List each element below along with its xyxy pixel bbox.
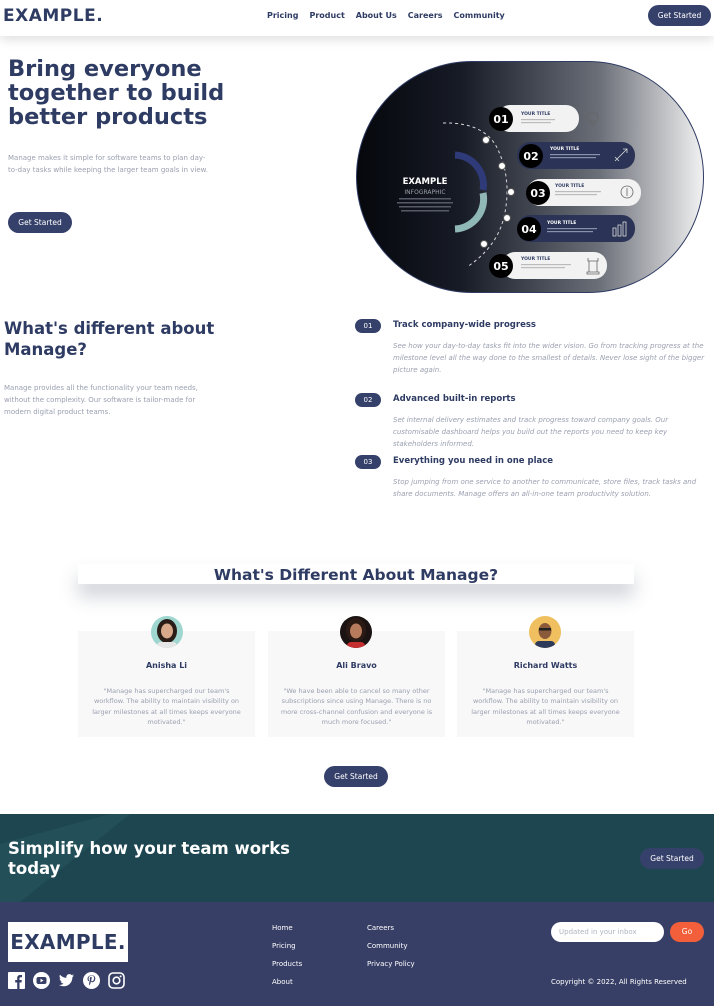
feature-desc: Set internal delivery estimates and trac… bbox=[393, 416, 669, 448]
nav-link-careers[interactable]: Careers bbox=[408, 11, 443, 20]
infographic-arc-teal bbox=[454, 192, 488, 233]
feature-title: Track company-wide progress bbox=[393, 320, 536, 330]
placeholder-line bbox=[521, 122, 551, 124]
footer-link-pricing[interactable]: Pricing bbox=[272, 942, 302, 960]
nav-link-about-us[interactable]: About Us bbox=[356, 11, 397, 20]
hero-text: Manage makes it simple for software team… bbox=[8, 154, 208, 174]
facebook-icon[interactable] bbox=[8, 972, 25, 989]
placeholder-line bbox=[401, 210, 449, 212]
testimonials-get-started-button[interactable]: Get Started bbox=[324, 766, 388, 787]
youtube-icon[interactable] bbox=[33, 972, 50, 989]
placeholder-line bbox=[521, 267, 565, 269]
placeholder-line bbox=[547, 231, 593, 233]
footer-link-about[interactable]: About bbox=[272, 978, 302, 996]
feature-number: 02 bbox=[355, 393, 381, 407]
lightbulb-icon bbox=[587, 111, 599, 126]
copyright: Copyright © 2022, All Rights Reserved bbox=[551, 978, 687, 986]
step-3-num: 03 bbox=[530, 187, 545, 200]
feature-desc: Stop jumping from one service to another… bbox=[393, 478, 697, 498]
placeholder-line bbox=[555, 191, 601, 193]
placeholder-line bbox=[397, 202, 453, 204]
connector-dot bbox=[503, 214, 511, 222]
different-text: Manage provides all the functionality yo… bbox=[4, 384, 198, 416]
nav-links: Pricing Product About Us Careers Communi… bbox=[267, 11, 505, 20]
infographic-connector bbox=[442, 122, 508, 268]
infographic-center-sub: INFOGRAPHIC bbox=[404, 189, 445, 196]
cta-get-started-button[interactable]: Get Started bbox=[640, 848, 704, 869]
placeholder-line bbox=[550, 154, 600, 156]
footer-link-community[interactable]: Community bbox=[367, 942, 415, 960]
logo[interactable]: EXAMPLE. bbox=[3, 6, 103, 26]
testimonials-title: What's Different About Manage? bbox=[78, 564, 634, 584]
footer-link-privacy-policy[interactable]: Privacy Policy bbox=[367, 960, 415, 978]
footer-logo[interactable]: EXAMPLE. bbox=[8, 922, 128, 962]
placeholder-line bbox=[399, 206, 451, 208]
testimonial-quote: "Manage has supercharged our team's work… bbox=[92, 687, 241, 726]
step-4-num: 04 bbox=[521, 223, 537, 236]
instagram-icon[interactable] bbox=[108, 972, 125, 989]
connector-dot bbox=[498, 162, 506, 170]
footer-link-careers[interactable]: Careers bbox=[367, 924, 415, 942]
social-links bbox=[8, 972, 133, 989]
testimonial-quote: "We have been able to cancel so many oth… bbox=[280, 687, 433, 726]
avatar bbox=[340, 616, 372, 648]
footer-links-col-2: Careers Community Privacy Policy bbox=[367, 924, 415, 978]
subscribe-go-button[interactable]: Go bbox=[670, 922, 704, 942]
testimonial-quote: "Manage has supercharged our team's work… bbox=[471, 687, 620, 726]
hero-infographic: EXAMPLE INFOGRAPHIC 01 YOUR TITLE 02 YOU… bbox=[356, 61, 704, 293]
step-5-title: YOUR TITLE bbox=[520, 256, 550, 262]
nav-link-pricing[interactable]: Pricing bbox=[267, 11, 298, 20]
infographic-center-title: EXAMPLE bbox=[403, 177, 448, 187]
different-title: What's different about Manage? bbox=[4, 319, 215, 359]
cta-band: Simplify how your team works today Get S… bbox=[0, 814, 714, 902]
footer-link-home[interactable]: Home bbox=[272, 924, 302, 942]
step-2-num: 02 bbox=[523, 150, 538, 163]
feature-title: Everything you need in one place bbox=[393, 456, 554, 466]
hero-title: Bring everyone together to build better … bbox=[8, 56, 225, 130]
footer: EXAMPLE. Home Pricing Products About Car… bbox=[0, 902, 714, 1006]
placeholder-line bbox=[521, 119, 555, 121]
testimonial-name: Richard Watts bbox=[513, 661, 578, 670]
testimonial-name: Ali Bravo bbox=[336, 661, 377, 670]
footer-link-products[interactable]: Products bbox=[272, 960, 302, 978]
avatar bbox=[151, 616, 183, 648]
placeholder-line bbox=[555, 194, 597, 196]
placeholder-line bbox=[399, 198, 451, 200]
subscribe-email-input[interactable] bbox=[551, 922, 664, 942]
hero-get-started-button[interactable]: Get Started bbox=[8, 212, 72, 233]
step-1-num: 01 bbox=[493, 113, 508, 126]
placeholder-line bbox=[547, 228, 597, 230]
placeholder-line bbox=[521, 264, 571, 266]
feature-desc: See how your day-to-day tasks fit into t… bbox=[393, 342, 705, 374]
navbar: EXAMPLE. Pricing Product About Us Career… bbox=[0, 0, 714, 36]
infographic-arc-blue bbox=[454, 151, 487, 191]
cta-title: Simplify how your team works today bbox=[8, 839, 290, 878]
nav-link-community[interactable]: Community bbox=[454, 11, 505, 20]
step-3-title: YOUR TITLE bbox=[554, 183, 584, 189]
feature-number: 03 bbox=[355, 455, 381, 469]
step-1-title: YOUR TITLE bbox=[520, 111, 550, 117]
connector-dot bbox=[482, 136, 490, 144]
twitter-icon[interactable] bbox=[58, 972, 75, 989]
placeholder-line bbox=[550, 157, 596, 159]
nav-link-product[interactable]: Product bbox=[309, 11, 344, 20]
feature-title: Advanced built-in reports bbox=[393, 394, 516, 404]
nav-get-started-button[interactable]: Get Started bbox=[648, 5, 711, 26]
step-5-pill bbox=[502, 252, 607, 279]
connector-dot bbox=[507, 188, 515, 196]
avatar bbox=[529, 616, 561, 648]
step-5-num: 05 bbox=[493, 260, 508, 273]
pinterest-icon[interactable] bbox=[83, 972, 100, 989]
step-4-title: YOUR TITLE bbox=[546, 220, 576, 226]
connector-dot bbox=[480, 240, 488, 248]
feature-number: 01 bbox=[355, 319, 381, 333]
footer-links-col-1: Home Pricing Products About bbox=[272, 924, 302, 996]
testimonial-name: Anisha Li bbox=[145, 661, 188, 670]
step-2-title: YOUR TITLE bbox=[549, 146, 579, 152]
